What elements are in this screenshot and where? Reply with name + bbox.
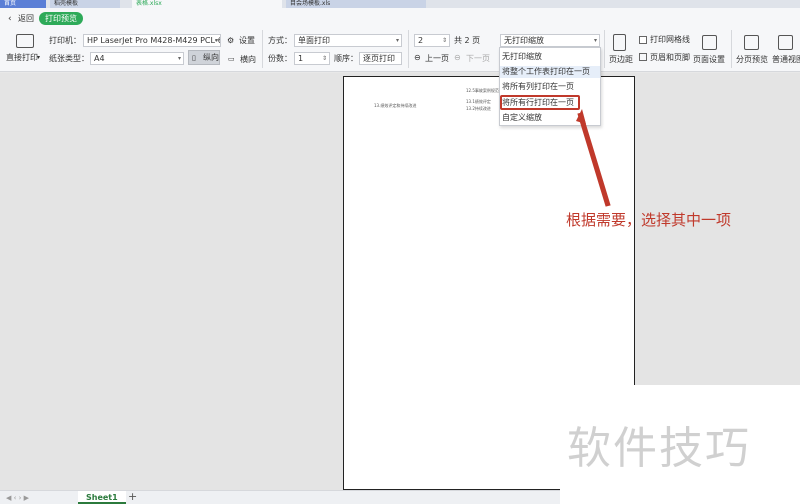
add-sheet-button[interactable]: + [128, 491, 137, 503]
watermark-text: 软件技巧 [567, 423, 751, 474]
sheet-nav-icon[interactable]: ◀ ‹ › ▶ [6, 492, 29, 504]
annotation-text: 根据需要，选择其中一项 [566, 211, 732, 229]
sheet-tab[interactable]: Sheet1 [78, 491, 126, 504]
